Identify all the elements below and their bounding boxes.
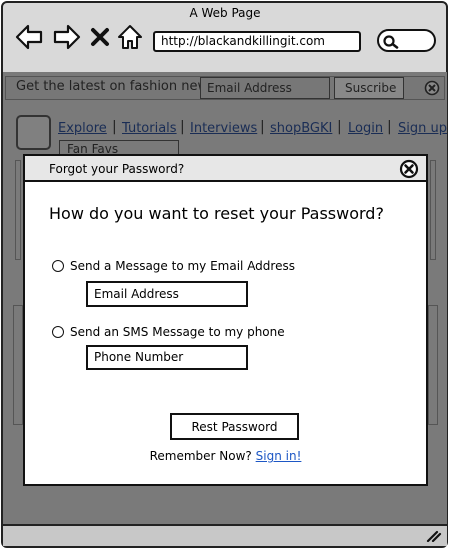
home-icon xyxy=(118,25,142,49)
nav-link-tutorials[interactable]: Tutorials xyxy=(122,121,177,136)
close-icon[interactable] xyxy=(424,80,440,96)
remember-row: Remember Now? Sign in! xyxy=(25,449,426,463)
search-icon xyxy=(383,35,399,49)
nav-link-interviews[interactable]: Interviews xyxy=(190,121,257,136)
subscribe-button[interactable]: Suscribe xyxy=(334,77,404,99)
nav-separator: | xyxy=(337,119,342,135)
sms-option-label: Send an SMS Message to my phone xyxy=(70,325,285,339)
nav-link-explore[interactable]: Explore xyxy=(58,121,107,136)
phone-number-field[interactable]: Phone Number xyxy=(86,345,248,370)
home-button[interactable] xyxy=(116,22,144,52)
resize-icon[interactable] xyxy=(424,528,442,542)
nav-separator: | xyxy=(180,119,185,135)
window-title: A Web Page xyxy=(189,6,261,20)
nav-separator: | xyxy=(260,119,265,135)
forgot-password-dialog: Forgot your Password? How do you want to… xyxy=(23,154,428,486)
email-option-radio[interactable] xyxy=(52,260,64,272)
remember-text: Remember Now? xyxy=(149,449,252,463)
nav-separator: | xyxy=(112,119,117,135)
back-button[interactable] xyxy=(14,22,44,52)
news-bar-text: Get the latest on fashion news. xyxy=(16,79,220,94)
background-panel xyxy=(13,305,23,425)
stop-icon xyxy=(91,28,109,46)
email-option-label: Send a Message to my Email Address xyxy=(70,259,295,273)
nav-link-login[interactable]: Login xyxy=(348,121,383,136)
sign-in-link[interactable]: Sign in! xyxy=(256,449,302,463)
address-bar[interactable]: http://blackandkillingit.com xyxy=(153,31,361,52)
site-logo[interactable] xyxy=(16,115,51,150)
newsletter-email-input[interactable]: Email Address xyxy=(200,77,330,99)
background-panel xyxy=(15,160,21,260)
nav-separator: | xyxy=(387,119,392,135)
close-icon[interactable] xyxy=(399,159,419,179)
dialog-title: Forgot your Password? xyxy=(49,162,185,176)
browser-footer xyxy=(3,524,447,546)
nav-link-shop[interactable]: shopBGKI xyxy=(270,121,332,136)
sms-option-radio[interactable] xyxy=(52,326,64,338)
email-address-field[interactable]: Email Address xyxy=(86,281,248,307)
background-panel xyxy=(428,305,438,425)
browser-search-field[interactable] xyxy=(377,29,436,52)
background-panel xyxy=(430,160,436,260)
stop-button[interactable] xyxy=(88,22,112,52)
nav-link-signup[interactable]: Sign up xyxy=(398,121,447,136)
forward-button[interactable] xyxy=(52,22,82,52)
forward-arrow-icon xyxy=(53,24,81,50)
reset-password-button[interactable]: Rest Password xyxy=(170,413,299,440)
back-arrow-icon xyxy=(15,24,43,50)
reset-question-heading: How do you want to reset your Password? xyxy=(49,204,384,223)
